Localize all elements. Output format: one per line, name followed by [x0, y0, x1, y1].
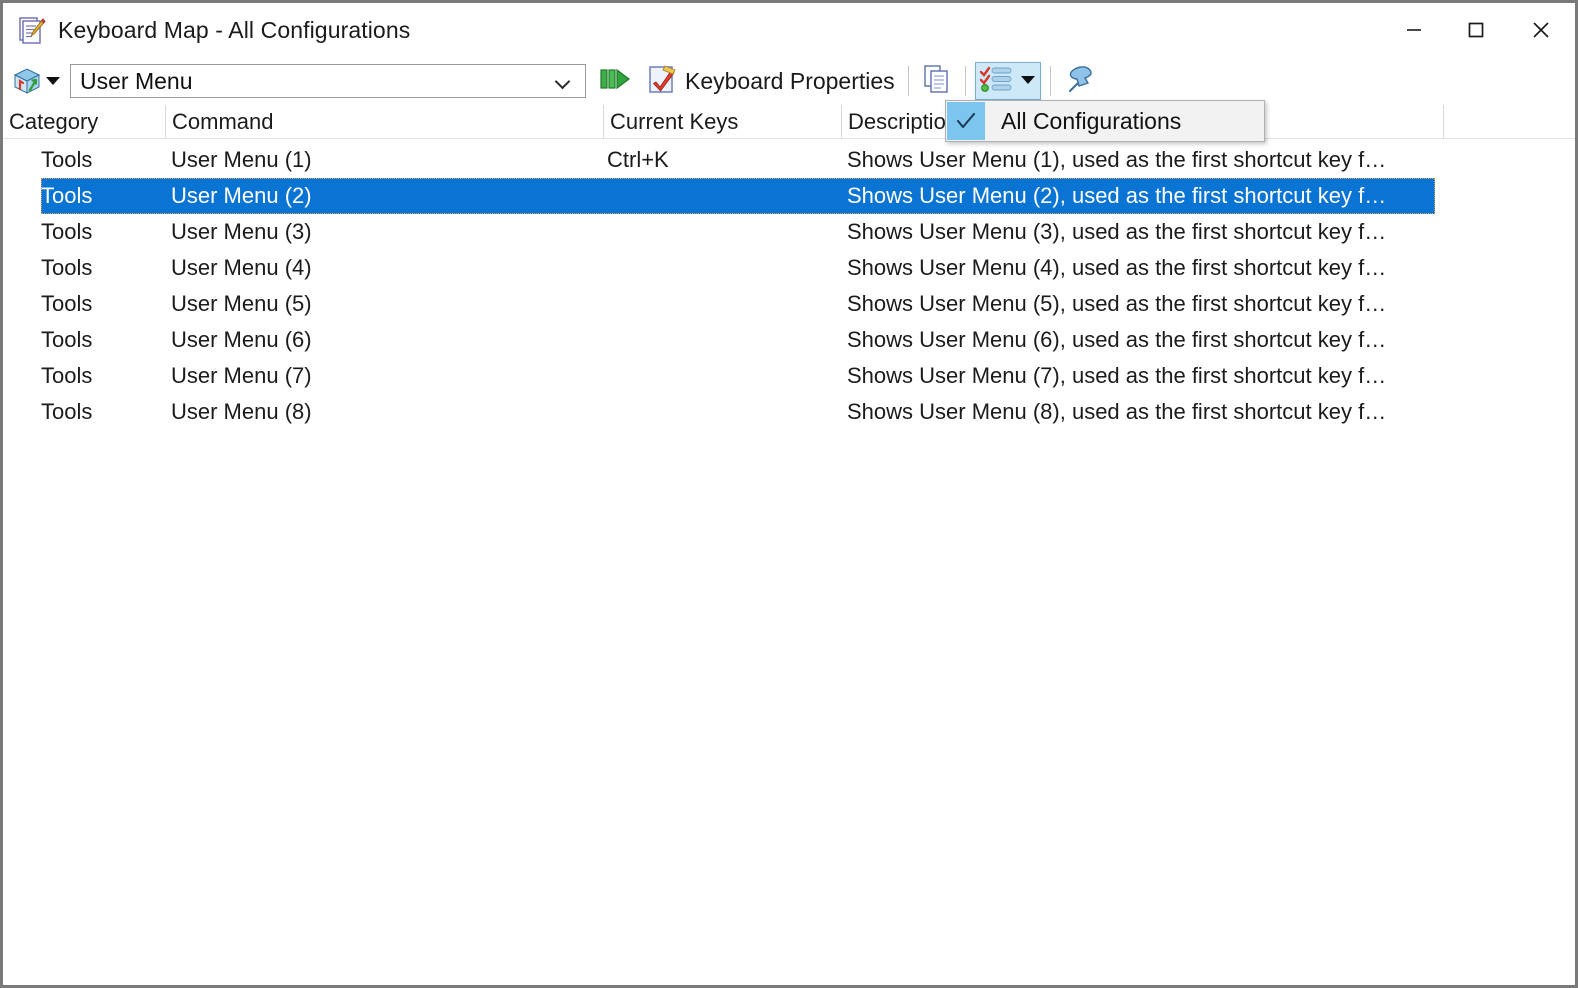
cell-category: Tools: [41, 255, 93, 280]
cell-command: User Menu (6): [171, 327, 312, 352]
maximize-button[interactable]: [1445, 3, 1507, 57]
copy-button[interactable]: [918, 62, 956, 100]
pin-button[interactable]: [1060, 62, 1100, 100]
cell-category: Tools: [41, 327, 93, 352]
copy-documents-icon: [922, 64, 952, 99]
cell-command: User Menu (5): [171, 291, 312, 316]
cell-current-keys: [603, 322, 841, 358]
cell-current-keys: [603, 358, 841, 394]
minimize-button[interactable]: [1383, 3, 1445, 57]
cell-current-keys: [603, 286, 841, 322]
configurations-filter-button[interactable]: [974, 62, 1041, 100]
close-button[interactable]: [1507, 3, 1575, 57]
table-row[interactable]: Tools User Menu (3) Shows User Menu (3), u…: [3, 214, 1575, 250]
cell-current-keys: [603, 214, 841, 250]
list-header-row: Category Command Current Keys Descriptio…: [3, 105, 1575, 139]
caret-down-icon[interactable]: [1019, 72, 1037, 91]
toolbar-separator: [1049, 66, 1051, 96]
search-combo-box[interactable]: User Menu: [70, 64, 586, 98]
cell-command: User Menu (3): [171, 219, 312, 244]
cell-category: Tools: [41, 291, 93, 316]
column-header-filler: [1443, 105, 1575, 138]
column-header-current-keys[interactable]: Current Keys: [603, 105, 841, 138]
toolbar-separator: [964, 66, 966, 96]
cell-current-keys: [603, 394, 841, 430]
cell-description: Shows User Menu (1), used as the first s…: [847, 147, 1387, 172]
toolbar: User Menu Keyboard Properties: [3, 57, 1575, 105]
cell-description: Shows User Menu (6), used as the first s…: [847, 327, 1387, 352]
close-icon: [1533, 22, 1549, 38]
cell-current-keys: [603, 178, 841, 214]
checkmark-icon: [956, 112, 976, 129]
toolbar-separator: [907, 66, 909, 96]
configurations-dropdown-menu: All Configurations: [945, 100, 1265, 142]
table-row[interactable]: Tools User Menu (2) Shows User Menu (2), u…: [3, 178, 1575, 214]
chevron-down-icon[interactable]: [555, 73, 571, 89]
cell-command: User Menu (1): [171, 147, 312, 172]
cell-category: Tools: [41, 219, 93, 244]
cell-command: User Menu (8): [171, 399, 312, 424]
list-rows: Tools User Menu (1) Ctrl+K Shows User Menu …: [3, 139, 1575, 430]
menu-item-all-configurations[interactable]: All Configurations: [946, 101, 1264, 141]
cell-command: User Menu (4): [171, 255, 312, 280]
cell-description: Shows User Menu (4), used as the first s…: [847, 255, 1387, 280]
run-button[interactable]: [595, 62, 639, 100]
commands-list-view: Category Command Current Keys Descriptio…: [3, 105, 1575, 985]
menu-item-check-box: [947, 102, 985, 140]
table-row[interactable]: Tools User Menu (6) Shows User Menu (6), u…: [3, 322, 1575, 358]
keyboard-properties-label: Keyboard Properties: [685, 67, 895, 94]
cell-category: Tools: [41, 147, 93, 172]
chevron-down-icon: [46, 77, 60, 85]
minimize-icon: [1407, 29, 1421, 31]
config-dropdown-caret[interactable]: [43, 66, 63, 96]
window-controls: [1383, 3, 1575, 57]
keyboard-properties-button[interactable]: Keyboard Properties: [643, 62, 899, 100]
search-input[interactable]: User Menu: [71, 68, 192, 95]
cell-description: Shows User Menu (3), used as the first s…: [847, 219, 1387, 244]
green-play-icon: [599, 65, 635, 98]
keyboard-map-window: Keyboard Map - All Configurations User M…: [0, 0, 1578, 988]
cell-category: Tools: [41, 183, 93, 208]
maximize-icon: [1468, 22, 1484, 38]
table-row[interactable]: Tools User Menu (7) Shows User Menu (7), u…: [3, 358, 1575, 394]
clipboard-check-icon: [647, 64, 677, 99]
keyboard-cube-icon[interactable]: [11, 66, 43, 96]
cell-description: Shows User Menu (5), used as the first s…: [847, 291, 1387, 316]
table-row[interactable]: Tools User Menu (1) Ctrl+K Shows User Menu …: [3, 142, 1575, 178]
column-header-command[interactable]: Command: [165, 105, 603, 138]
table-row[interactable]: Tools User Menu (5) Shows User Menu (5), u…: [3, 286, 1575, 322]
cell-category: Tools: [41, 363, 93, 388]
column-header-category[interactable]: Category: [3, 105, 165, 138]
title-bar: Keyboard Map - All Configurations: [3, 3, 1575, 57]
window-title: Keyboard Map - All Configurations: [58, 16, 411, 43]
cell-description: Shows User Menu (8), used as the first s…: [847, 399, 1387, 424]
pushpin-icon: [1064, 64, 1096, 99]
cell-command: User Menu (2): [171, 183, 312, 208]
menu-item-label: All Configurations: [1001, 107, 1182, 134]
table-row[interactable]: Tools User Menu (4) Shows User Menu (4), u…: [3, 250, 1575, 286]
cell-command: User Menu (7): [171, 363, 312, 388]
checklist-icon: [979, 65, 1013, 98]
cell-current-keys: [603, 250, 841, 286]
notepad-pencil-icon: [18, 16, 46, 44]
cell-description: Shows User Menu (7), used as the first s…: [847, 363, 1387, 388]
cell-category: Tools: [41, 399, 93, 424]
cell-description: Shows User Menu (2), used as the first s…: [847, 183, 1387, 208]
cell-current-keys: Ctrl+K: [607, 147, 669, 172]
table-row[interactable]: Tools User Menu (8) Shows User Menu (8), u…: [3, 394, 1575, 430]
